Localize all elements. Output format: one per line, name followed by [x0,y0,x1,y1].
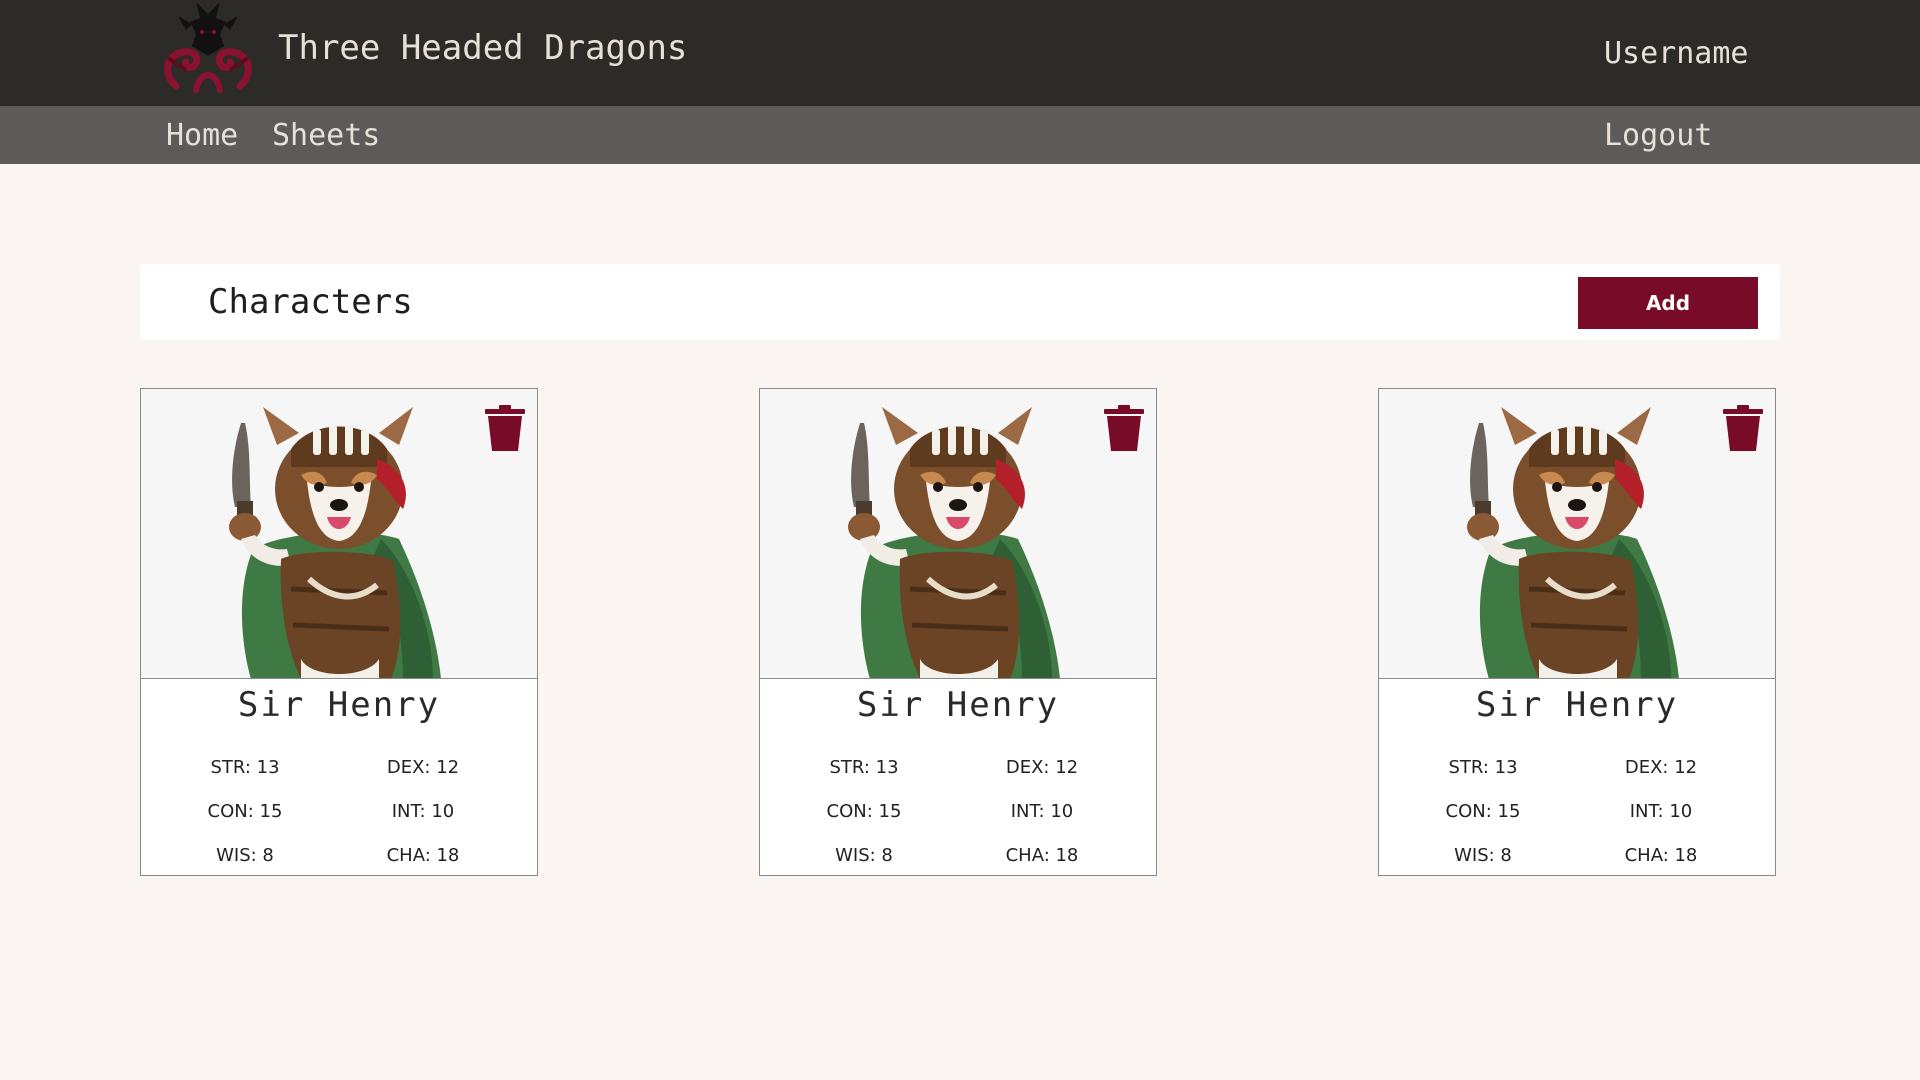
character-portrait [760,389,1156,679]
stat-wis: WIS: 8 [835,845,893,866]
stat-int: INT: 10 [391,801,455,822]
main-nav-bar: Home Sheets Logout [0,106,1920,164]
character-card[interactable]: Sir Henry STR: 13 DEX: 12 CON: 15 INT: 1… [1378,388,1776,876]
stat-wis: WIS: 8 [216,845,274,866]
characters-title: Characters [208,282,413,322]
character-stats: STR: 13 DEX: 12 CON: 15 INT: 10 WIS: 8 C… [1379,749,1775,869]
stat-int: INT: 10 [1629,801,1693,822]
character-portrait [1379,389,1775,679]
character-name: Sir Henry [237,685,441,725]
stat-cha: CHA: 18 [1005,845,1079,866]
character-stats: STR: 13 DEX: 12 CON: 15 INT: 10 WIS: 8 C… [141,749,537,869]
character-name: Sir Henry [1475,685,1679,725]
trash-icon[interactable] [485,405,525,451]
logout-link[interactable]: Logout [1604,118,1712,153]
top-header-bar: Three Headed Dragons Username [0,0,1920,106]
stat-con: CON: 15 [207,801,283,822]
stat-str: STR: 13 [210,757,280,778]
stat-cha: CHA: 18 [386,845,460,866]
add-character-button[interactable]: Add [1578,277,1758,329]
stat-con: CON: 15 [1445,801,1521,822]
stat-dex: DEX: 12 [1624,757,1698,778]
stat-str: STR: 13 [829,757,899,778]
username-link[interactable]: Username [1604,36,1749,71]
character-stats: STR: 13 DEX: 12 CON: 15 INT: 10 WIS: 8 C… [760,749,1156,869]
characters-header-panel: Characters Add [140,264,1780,340]
character-card[interactable]: Sir Henry STR: 13 DEX: 12 CON: 15 INT: 1… [759,388,1157,876]
stat-con: CON: 15 [826,801,902,822]
stat-int: INT: 10 [1010,801,1074,822]
stat-str: STR: 13 [1448,757,1518,778]
site-title[interactable]: Three Headed Dragons [278,28,687,68]
stat-dex: DEX: 12 [386,757,460,778]
nav-sheets-link[interactable]: Sheets [272,118,380,153]
character-portrait [141,389,537,679]
character-card[interactable]: Sir Henry STR: 13 DEX: 12 CON: 15 INT: 1… [140,388,538,876]
stat-cha: CHA: 18 [1624,845,1698,866]
dragon-logo-icon[interactable] [156,0,260,96]
stat-wis: WIS: 8 [1454,845,1512,866]
stat-dex: DEX: 12 [1005,757,1079,778]
character-name: Sir Henry [856,685,1060,725]
nav-home-link[interactable]: Home [166,118,238,153]
trash-icon[interactable] [1723,405,1763,451]
trash-icon[interactable] [1104,405,1144,451]
